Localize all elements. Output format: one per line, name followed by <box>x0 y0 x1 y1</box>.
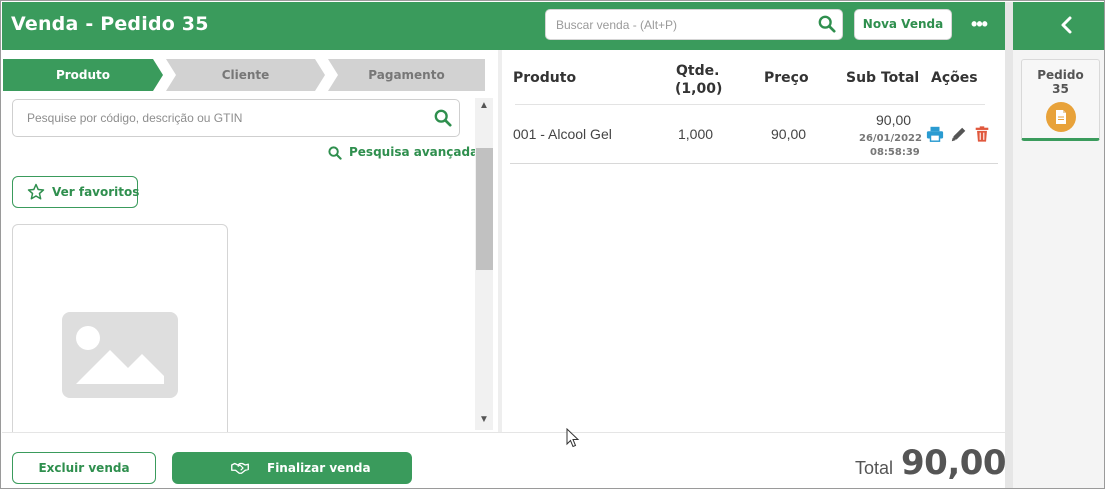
row-date: 26/01/2022 <box>859 133 922 144</box>
step-cliente[interactable]: Cliente <box>166 59 325 91</box>
print-icon[interactable] <box>926 125 944 143</box>
product-search-box[interactable] <box>12 99 460 137</box>
row-divider <box>510 163 998 164</box>
step-produto[interactable]: Produto <box>3 59 163 91</box>
order-card[interactable]: Pedido 35 <box>1021 59 1100 141</box>
scroll-thumb[interactable] <box>476 148 493 270</box>
row-time: 08:58:39 <box>870 147 920 158</box>
order-items-table <box>502 50 1005 432</box>
more-options-icon[interactable]: ••• <box>967 14 991 34</box>
search-icon[interactable] <box>434 109 452 127</box>
scroll-up-icon[interactable]: ▲ <box>475 98 493 114</box>
handshake-icon <box>231 462 249 474</box>
row-subtotal: 90,00 <box>876 112 912 128</box>
header-product: Produto <box>513 70 577 86</box>
finish-sale-button[interactable]: Finalizar venda <box>172 452 412 484</box>
scroll-down-icon[interactable]: ▼ <box>475 412 493 428</box>
mouse-cursor-icon <box>566 428 580 448</box>
sale-search-input[interactable] <box>556 10 811 39</box>
sale-search-box[interactable] <box>545 9 843 40</box>
page-title: Venda - Pedido 35 <box>11 13 209 35</box>
row-product: 001 - Alcool Gel <box>513 126 612 142</box>
header-qty-unit: (1,00) <box>675 81 723 97</box>
product-search-input[interactable] <box>27 100 427 136</box>
sale-window: Venda - Pedido 35 Nova Venda ••• Pedido … <box>0 0 1105 489</box>
header-qty: Qtde. <box>676 63 720 79</box>
image-placeholder-icon <box>62 312 178 398</box>
order-card-number: 35 <box>1052 82 1069 96</box>
order-card-label: Pedido <box>1037 68 1084 82</box>
finish-sale-label: Finalizar venda <box>267 461 371 475</box>
delete-sale-button[interactable]: Excluir venda <box>12 452 156 484</box>
header-subtotal: Sub Total <box>846 70 920 86</box>
trash-icon[interactable] <box>973 125 991 143</box>
document-icon <box>1046 102 1076 132</box>
header-divider <box>515 104 985 105</box>
header-price: Preço <box>764 70 809 86</box>
advanced-search-label: Pesquisa avançada <box>349 145 479 159</box>
sidebar-gap <box>1005 2 1013 488</box>
search-icon <box>328 146 342 160</box>
row-price: 90,00 <box>771 126 807 142</box>
row-qty: 1,000 <box>678 126 714 142</box>
favorites-button[interactable]: Ver favoritos <box>12 176 140 208</box>
search-icon[interactable] <box>818 15 836 33</box>
header-actions: Ações <box>931 70 978 86</box>
total-value: 90,00 <box>901 443 1007 483</box>
checkout-steps: Produto Cliente Pagamento <box>3 59 485 91</box>
step-pagamento[interactable]: Pagamento <box>328 59 485 91</box>
pencil-icon[interactable] <box>950 125 968 143</box>
favorites-label: Ver favoritos <box>52 185 140 199</box>
total-label: Total <box>855 458 894 478</box>
star-icon <box>27 183 45 200</box>
new-sale-button[interactable]: Nova Venda <box>854 9 952 40</box>
chevron-left-icon[interactable] <box>1057 15 1077 35</box>
